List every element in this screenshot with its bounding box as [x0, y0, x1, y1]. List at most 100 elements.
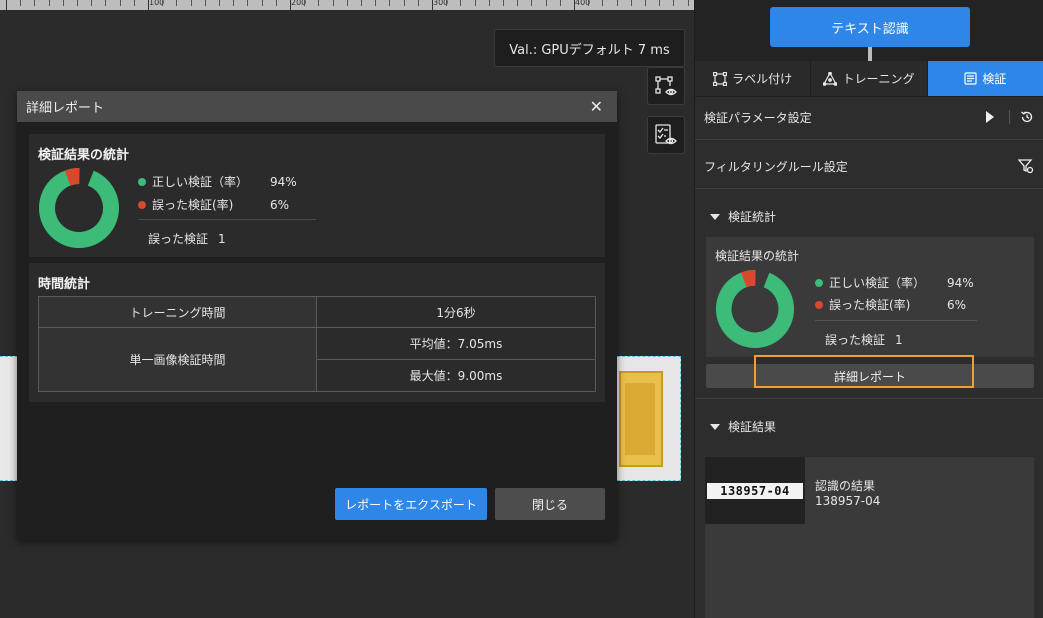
ruler-tick: [176, 0, 178, 6]
result-thumbnail: 138957-04: [705, 457, 805, 524]
ruler-tick: [602, 0, 604, 6]
ruler-tick: [389, 0, 391, 6]
legend-value: 6%: [947, 297, 967, 312]
image-object-inner: [625, 383, 655, 455]
divider: [815, 320, 977, 321]
legend-wrong: 誤った検証(率) 6%: [815, 296, 966, 313]
ruler-tick: [204, 0, 206, 6]
legend-label: 誤った検証(率): [829, 298, 911, 312]
checklist-view-button[interactable]: [647, 116, 685, 154]
ruler-tick: [91, 0, 93, 6]
legend-value: 94%: [270, 174, 297, 189]
validate-icon: [964, 72, 977, 85]
history-icon[interactable]: [1020, 110, 1034, 124]
horizontal-ruler: 100 200 300 400: [0, 0, 694, 10]
filter-rules-row[interactable]: フィルタリングルール設定: [695, 153, 1043, 179]
tab-validation[interactable]: 検証: [927, 61, 1043, 96]
tab-labeling[interactable]: ラベル付け: [695, 61, 812, 96]
legend-label: 正しい検証（率）: [829, 276, 926, 290]
text-recognition-button[interactable]: テキスト認識: [770, 7, 970, 47]
ruler-tick: [48, 0, 50, 6]
validation-stats-section[interactable]: 検証統計: [710, 208, 776, 225]
result-value: 138957-04: [815, 494, 881, 508]
ruler-tick: [403, 0, 405, 6]
ruler-tick: [119, 0, 121, 6]
result-item[interactable]: 138957-04 認識の結果 138957-04: [705, 457, 1034, 618]
divider: [1009, 110, 1010, 124]
validation-params-row[interactable]: 検証パラメータ設定: [695, 104, 1043, 130]
ruler-tick: [133, 0, 135, 6]
time-stats-card: 時間統計 トレーニング時間 1分6秒 単一画像検証時間 平均値：7.05ms 最…: [29, 263, 605, 402]
ruler-tick: [62, 0, 64, 6]
ruler-tick: [190, 0, 192, 6]
ruler-tick: [375, 0, 377, 6]
ruler-tick: [290, 0, 291, 10]
divider: [695, 188, 1043, 189]
ruler-tick: [332, 0, 334, 6]
ruler-tick: [659, 0, 661, 6]
wrong-count-value: 1: [895, 332, 903, 347]
right-panel: テキスト認識 ラベル付け トレーニング 検証 検証パラメータ設定 フィルタリング…: [694, 0, 1043, 618]
tab-bar: ラベル付け トレーニング 検証: [695, 61, 1043, 97]
wrong-count-value: 1: [218, 231, 226, 246]
ruler-tick: [162, 0, 164, 6]
ruler-tick: [233, 0, 235, 6]
plate-text: 138957-04: [707, 482, 803, 499]
validation-params-label: 検証パラメータ設定: [704, 110, 812, 125]
divider: [695, 398, 1043, 399]
ruler-tick: [34, 0, 36, 6]
detail-report-dialog: 詳細レポート ✕ 検証結果の統計 正しい検証（率） 94% 誤った検証(率) 6…: [17, 91, 617, 540]
wrong-count-row: 誤った検証 1: [825, 331, 903, 348]
wrong-count-row: 誤った検証 1: [148, 230, 226, 247]
panel-toolbar: テキスト認識: [695, 0, 1043, 61]
tab-training[interactable]: トレーニング: [811, 61, 928, 96]
donut-chart: [39, 168, 119, 248]
result-label: 認識の結果: [815, 479, 876, 493]
ruler-tick: [446, 0, 448, 6]
single-image-time-label: 単一画像検証時間: [38, 327, 317, 392]
ruler-tick: [503, 0, 504, 6]
ruler-tick: [417, 0, 419, 6]
ruler-tick: [517, 0, 519, 6]
ruler-tick: [645, 0, 646, 6]
ruler-tick: [630, 0, 632, 6]
ruler-tick: [318, 0, 320, 6]
filter-settings-icon[interactable]: [1018, 158, 1034, 174]
image-preview-left: [0, 356, 18, 481]
training-time-label: トレーニング時間: [38, 296, 317, 328]
checklist-eye-icon: [655, 124, 677, 145]
section-label: 検証結果: [728, 420, 777, 434]
tab-label: ラベル付け: [732, 72, 793, 86]
close-button[interactable]: 閉じる: [495, 488, 605, 520]
validation-stats-card: 検証結果の統計 正しい検証（率） 94% 誤った検証(率) 6% 誤った検証 1: [706, 237, 1034, 357]
connector: [868, 47, 872, 61]
close-icon[interactable]: ✕: [590, 97, 603, 116]
validation-stats-card: 検証結果の統計 正しい検証（率） 94% 誤った検証(率) 6% 誤った検証 1: [29, 134, 605, 257]
ruler-tick: [346, 0, 348, 6]
roi-view-button[interactable]: [647, 67, 685, 105]
ruler-tick: [247, 0, 249, 6]
validation-time-display: Val.: GPUデフォルト 7 ms: [494, 29, 685, 67]
ruler-tick: [432, 0, 433, 10]
table-row: トレーニング時間 1分6秒: [38, 296, 596, 328]
ruler-tick: [673, 0, 675, 6]
stats-title: 検証結果の統計: [38, 148, 130, 163]
collapse-icon: [710, 213, 720, 220]
legend-correct: 正しい検証（率） 94%: [138, 173, 297, 190]
time-stats-table: トレーニング時間 1分6秒 単一画像検証時間 平均値：7.05ms 最大値：9.…: [38, 296, 596, 392]
validation-results-section[interactable]: 検証結果: [710, 418, 776, 435]
correct-dot-icon: [138, 177, 146, 186]
legend-value: 94%: [947, 275, 974, 290]
donut-chart: [715, 269, 795, 349]
ruler-tick: [531, 0, 533, 6]
ruler-tick: [460, 0, 462, 6]
ruler-tick: [574, 0, 575, 10]
play-icon[interactable]: [985, 111, 995, 123]
ruler-tick: [474, 0, 476, 6]
ruler-tick: [77, 0, 78, 6]
image-preview-right: [617, 356, 681, 481]
ruler-tick: [20, 0, 22, 6]
collapse-icon: [710, 423, 720, 430]
export-report-button[interactable]: レポートをエクスポート: [335, 488, 487, 520]
ruler-tick: [261, 0, 263, 6]
